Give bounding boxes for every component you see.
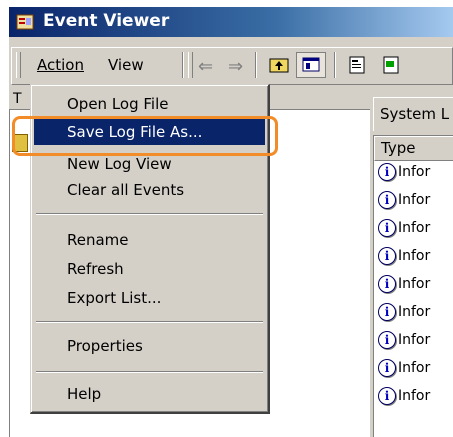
event-list[interactable]: Type i Infor i Infor i Infor i Infor i Infor … — [373, 135, 453, 437]
menu-view[interactable]: View — [108, 56, 144, 74]
back-arrow-icon[interactable]: ⇐ — [198, 56, 213, 77]
view-menu-label: View — [108, 56, 144, 74]
information-icon: i — [378, 275, 396, 293]
menu-item-help[interactable]: Help — [34, 381, 265, 407]
event-type: Infor — [398, 192, 431, 208]
event-type: Infor — [398, 388, 431, 404]
table-row[interactable]: i Infor — [378, 331, 453, 357]
table-row[interactable]: i Infor — [378, 247, 453, 273]
event-viewer-icon — [16, 13, 35, 31]
menu-separator — [36, 321, 263, 323]
event-type: Infor — [398, 304, 431, 320]
table-row[interactable]: i Infor — [378, 359, 453, 385]
table-row[interactable]: i Infor — [378, 219, 453, 245]
event-type: Infor — [398, 164, 431, 180]
information-icon: i — [378, 191, 396, 209]
menu-item-properties[interactable]: Properties — [34, 333, 265, 359]
information-icon: i — [378, 163, 396, 181]
information-icon: i — [378, 387, 396, 405]
event-type: Infor — [398, 276, 431, 292]
information-icon: i — [378, 331, 396, 349]
results-pane-title: System L — [373, 97, 453, 131]
menu-item-export-list[interactable]: Export List... — [34, 285, 265, 311]
information-icon: i — [378, 359, 396, 377]
menu-item-label: Rename — [67, 231, 129, 249]
menu-item-label: Refresh — [67, 260, 124, 278]
menu-item-refresh[interactable]: Refresh — [34, 256, 265, 282]
event-type: Infor — [398, 332, 431, 348]
toolbar-separator — [182, 52, 184, 78]
menu-item-label: Help — [67, 385, 102, 403]
menu-item-label: New Log View — [67, 155, 172, 173]
menu-item-clear-all-events[interactable]: Clear all Events — [34, 177, 265, 203]
menu-item-open-log-file[interactable]: Open Log File — [34, 91, 265, 117]
highlight-callout — [12, 116, 278, 156]
table-row[interactable]: i Infor — [378, 303, 453, 329]
column-header-type[interactable]: Type — [374, 136, 453, 161]
menu-separator — [36, 371, 263, 373]
action-menu-label: Action — [37, 56, 84, 74]
information-icon: i — [378, 247, 396, 265]
column-header-type-label: Type — [381, 139, 416, 157]
up-folder-icon[interactable] — [264, 52, 294, 78]
forward-arrow-icon[interactable]: ⇒ — [228, 56, 243, 77]
table-row[interactable]: i Infor — [378, 387, 453, 413]
event-type: Infor — [398, 360, 431, 376]
tree-header-label: T — [13, 91, 22, 107]
menu-item-label: Open Log File — [67, 95, 169, 113]
table-row[interactable]: i Infor — [378, 275, 453, 301]
toolbar-grip-2[interactable] — [188, 52, 193, 78]
toolbar: Action View ⇐ ⇒ — [9, 37, 453, 89]
menu-item-rename[interactable]: Rename — [34, 227, 265, 253]
title-bar: Event Viewer — [9, 7, 453, 37]
menu-toolbar-band: Action View ⇐ ⇒ — [11, 47, 453, 85]
menu-separator — [36, 213, 263, 215]
menu-action[interactable]: Action — [37, 56, 84, 74]
menu-item-label: Export List... — [67, 289, 162, 307]
results-pane-title-label: System L — [380, 105, 450, 123]
toolbar-grip[interactable] — [16, 52, 21, 78]
toolbar-separator — [255, 52, 257, 78]
properties-icon[interactable] — [342, 52, 372, 78]
menu-item-label: Clear all Events — [67, 181, 185, 199]
event-type: Infor — [398, 248, 431, 264]
window-title: Event Viewer — [43, 11, 170, 31]
information-icon: i — [378, 219, 396, 237]
show-hide-tree-icon[interactable] — [296, 52, 326, 78]
event-type: Infor — [398, 220, 431, 236]
table-row[interactable]: i Infor — [378, 163, 453, 189]
information-icon: i — [378, 303, 396, 321]
help-topic-icon[interactable] — [376, 52, 406, 78]
menu-item-label: Properties — [67, 337, 143, 355]
toolbar-separator — [334, 52, 336, 78]
table-row[interactable]: i Infor — [378, 191, 453, 217]
